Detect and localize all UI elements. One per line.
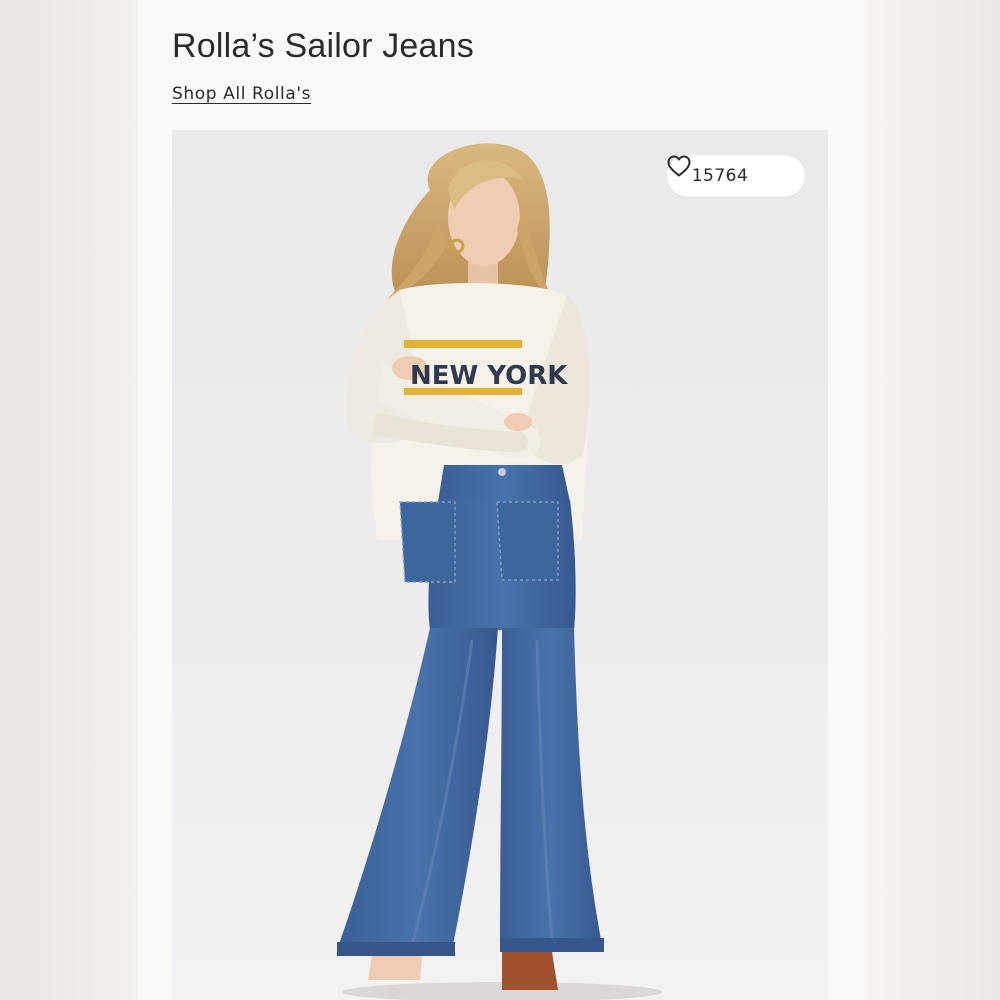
right-backdrop <box>864 0 1000 1000</box>
left-backdrop <box>0 0 138 1000</box>
favorite-button[interactable]: 15764 <box>667 155 805 197</box>
product-title: Rolla’s Sailor Jeans <box>172 27 474 65</box>
heart-outline-icon <box>667 155 780 187</box>
product-photo[interactable]: NEW YORK 15764 <box>172 130 828 1000</box>
sweatshirt-print: NEW YORK <box>410 361 568 391</box>
product-card: Rolla’s Sailor Jeans Shop All Rolla's NE… <box>138 0 864 1000</box>
favorite-count: 15764 <box>691 166 749 186</box>
shop-all-link[interactable]: Shop All Rolla's <box>172 84 311 104</box>
model-illustration: NEW YORK <box>337 143 662 1000</box>
